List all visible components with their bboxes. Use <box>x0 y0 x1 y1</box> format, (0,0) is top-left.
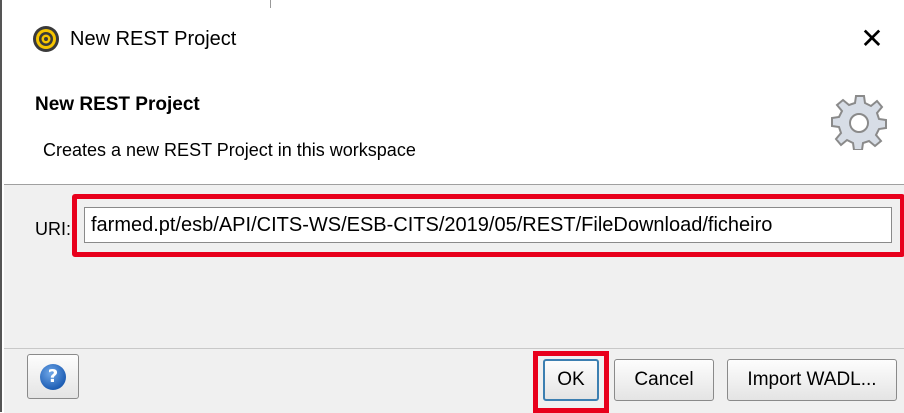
window-title: New REST Project <box>70 28 237 50</box>
banner-description: Creates a new REST Project in this works… <box>43 140 416 160</box>
help-icon: ? <box>40 363 66 390</box>
soapui-app-icon <box>33 26 59 52</box>
background-window-edge <box>2 0 904 8</box>
import-wadl-button[interactable]: Import WADL... <box>727 359 897 401</box>
title-bar[interactable]: New REST Project ✕ <box>4 8 904 70</box>
button-bar: ? OK Cancel Import WADL... <box>4 348 904 413</box>
close-icon: ✕ <box>860 22 884 54</box>
form-area: URI: <box>4 184 904 349</box>
help-button[interactable]: ? <box>27 354 79 399</box>
cancel-button[interactable]: Cancel <box>614 359 714 401</box>
uri-input[interactable] <box>84 207 892 243</box>
gear-icon <box>831 95 887 150</box>
uri-label: URI: <box>35 219 71 239</box>
header-banner: New REST Project Creates a new REST Proj… <box>4 70 904 184</box>
banner-title: New REST Project <box>35 94 200 115</box>
ok-button[interactable]: OK <box>543 359 599 401</box>
close-button[interactable]: ✕ <box>854 20 890 56</box>
new-rest-project-dialog: New REST Project ✕ New REST Project Crea… <box>0 0 904 413</box>
